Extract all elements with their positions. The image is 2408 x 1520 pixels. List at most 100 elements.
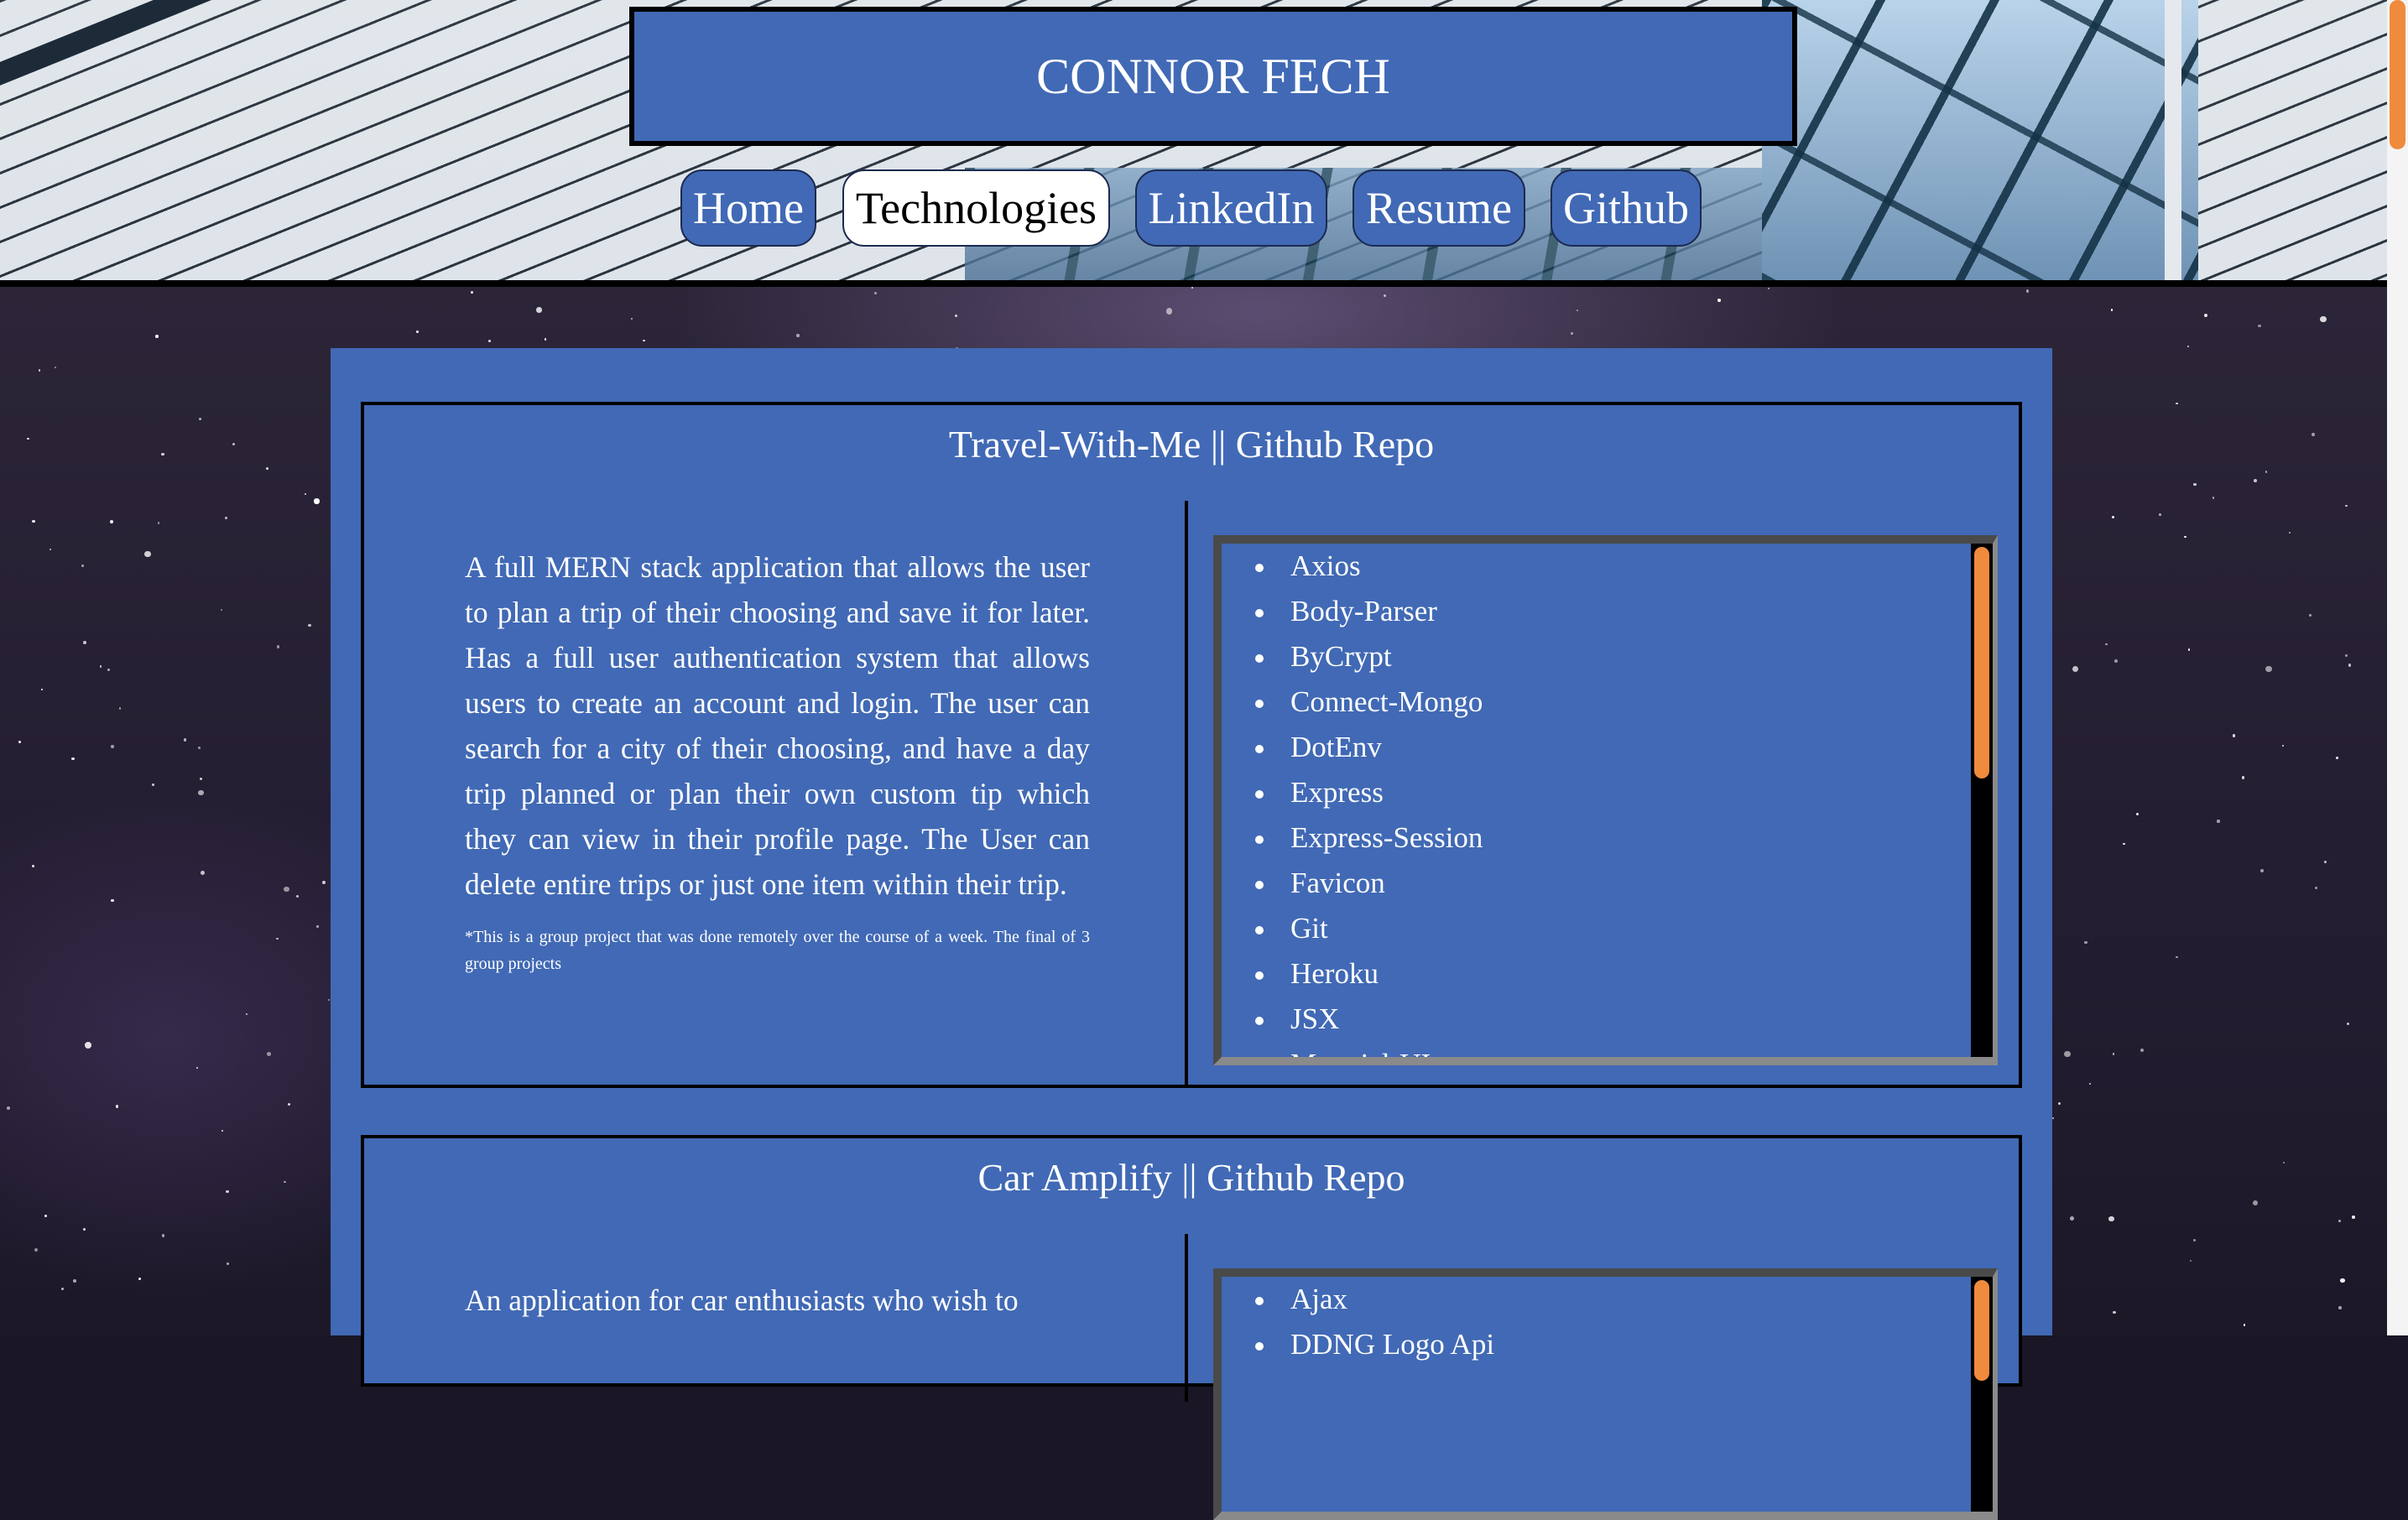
star-decoration bbox=[796, 334, 800, 337]
star-decoration bbox=[2176, 955, 2178, 959]
star-decoration bbox=[2057, 1101, 2061, 1105]
list-item: Express bbox=[1247, 770, 1483, 815]
list-item: Git bbox=[1247, 906, 1483, 951]
star-decoration bbox=[328, 998, 331, 1001]
star-decoration bbox=[276, 937, 279, 940]
nav-linkedin-button[interactable]: LinkedIn bbox=[1135, 169, 1327, 247]
star-decoration bbox=[2309, 613, 2312, 617]
header-border bbox=[0, 280, 2387, 287]
technologies-scroll-box[interactable]: Axios Body-Parser ByCrypt Connect-Mongo … bbox=[1213, 535, 1998, 1065]
star-decoration bbox=[99, 665, 102, 668]
star-decoration bbox=[198, 746, 201, 749]
star-decoration bbox=[2344, 653, 2348, 657]
star-decoration bbox=[2105, 643, 2108, 646]
star-decoration bbox=[2340, 1278, 2345, 1283]
star-decoration bbox=[1384, 294, 1387, 298]
project-card: Car Amplify || Github Repo An applicatio… bbox=[361, 1135, 2022, 1520]
project-card: Travel-With-Me || Github Repo A full MER… bbox=[361, 402, 2022, 1088]
star-decoration bbox=[111, 898, 114, 903]
project-title[interactable]: Car Amplify || Github Repo bbox=[364, 1155, 2019, 1200]
star-decoration bbox=[2089, 1083, 2092, 1085]
star-decoration bbox=[954, 315, 957, 318]
project-description: A full MERN stack application that allow… bbox=[465, 550, 1090, 901]
star-decoration bbox=[2348, 664, 2352, 667]
technologies-scrollbar-thumb[interactable] bbox=[1974, 547, 1989, 778]
star-decoration bbox=[488, 340, 491, 343]
star-decoration bbox=[2324, 860, 2327, 863]
star-decoration bbox=[2212, 497, 2215, 499]
star-decoration bbox=[643, 339, 646, 342]
nav-technologies-button[interactable]: Technologies bbox=[842, 169, 1110, 247]
star-decoration bbox=[2025, 289, 2030, 293]
star-decoration bbox=[308, 623, 311, 627]
star-decoration bbox=[161, 452, 164, 456]
star-decoration bbox=[1767, 288, 1770, 290]
star-decoration bbox=[32, 519, 35, 523]
star-decoration bbox=[2320, 316, 2327, 323]
star-decoration bbox=[314, 498, 320, 504]
star-decoration bbox=[138, 1277, 141, 1281]
star-decoration bbox=[152, 783, 155, 786]
star-decoration bbox=[34, 1248, 38, 1252]
star-decoration bbox=[2135, 812, 2139, 815]
star-decoration bbox=[1191, 287, 1193, 289]
page-scrollbar-thumb[interactable] bbox=[2390, 0, 2405, 149]
star-decoration bbox=[2193, 483, 2197, 487]
project-title[interactable]: Travel-With-Me || Github Repo bbox=[364, 422, 2019, 466]
star-decoration bbox=[283, 1180, 286, 1184]
site-title-box: CONNOR FECH bbox=[629, 7, 1797, 146]
star-decoration bbox=[2217, 820, 2220, 823]
star-decoration bbox=[2064, 1050, 2071, 1058]
star-decoration bbox=[116, 1105, 119, 1108]
star-decoration bbox=[630, 318, 633, 320]
star-decoration bbox=[2347, 1022, 2350, 1025]
star-decoration bbox=[2140, 1049, 2145, 1053]
star-decoration bbox=[2084, 941, 2087, 945]
star-decoration bbox=[2110, 309, 2114, 311]
star-decoration bbox=[2112, 515, 2115, 518]
star-decoration bbox=[71, 757, 75, 761]
nav-home-button[interactable]: Home bbox=[680, 169, 816, 247]
star-decoration bbox=[315, 924, 319, 928]
list-item: DDNG Logo Api bbox=[1247, 1322, 1494, 1367]
star-decoration bbox=[246, 1012, 248, 1015]
list-item: Material-UI bbox=[1247, 1042, 1483, 1057]
page-scrollbar-track[interactable] bbox=[2387, 0, 2408, 1335]
star-decoration bbox=[111, 745, 115, 749]
nav-github-button[interactable]: Github bbox=[1551, 169, 1702, 247]
star-decoration bbox=[2335, 757, 2338, 760]
star-decoration bbox=[144, 550, 151, 558]
star-decoration bbox=[2159, 513, 2161, 516]
star-decoration bbox=[276, 645, 280, 648]
card-divider bbox=[1185, 1234, 1188, 1402]
star-decoration bbox=[2113, 1310, 2116, 1314]
star-decoration bbox=[157, 522, 160, 524]
star-decoration bbox=[50, 549, 52, 551]
star-decoration bbox=[2352, 1215, 2356, 1219]
star-decoration bbox=[201, 871, 206, 876]
list-item: JSX bbox=[1247, 997, 1483, 1042]
header-background-divider bbox=[2165, 0, 2181, 280]
star-decoration bbox=[38, 369, 41, 372]
star-decoration bbox=[2282, 1161, 2286, 1164]
star-decoration bbox=[295, 894, 300, 898]
star-decoration bbox=[322, 881, 326, 885]
star-decoration bbox=[266, 466, 268, 470]
list-item: DotEnv bbox=[1247, 725, 1483, 770]
star-decoration bbox=[73, 1279, 76, 1283]
nav-resume-button[interactable]: Resume bbox=[1353, 169, 1525, 247]
star-decoration bbox=[226, 1189, 229, 1193]
star-decoration bbox=[536, 307, 542, 313]
star-decoration bbox=[198, 418, 202, 421]
technologies-scrollbar-thumb[interactable] bbox=[1974, 1280, 1989, 1381]
star-decoration bbox=[2254, 479, 2258, 483]
star-decoration bbox=[2108, 1216, 2114, 1222]
star-decoration bbox=[85, 1042, 91, 1049]
star-decoration bbox=[225, 517, 227, 519]
star-decoration bbox=[2189, 1259, 2192, 1262]
star-decoration bbox=[2243, 1324, 2246, 1326]
star-decoration bbox=[27, 437, 29, 440]
star-decoration bbox=[2123, 842, 2125, 846]
technologies-scroll-box[interactable]: Ajax DDNG Logo Api bbox=[1213, 1268, 1998, 1520]
star-decoration bbox=[267, 1052, 272, 1057]
